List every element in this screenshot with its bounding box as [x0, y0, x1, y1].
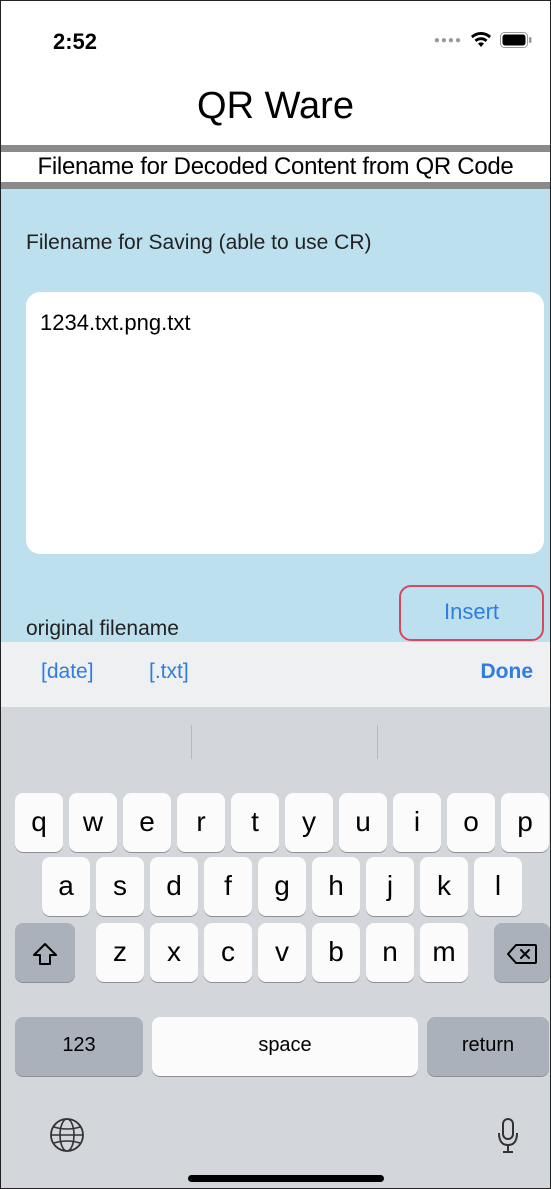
key-j[interactable]: j	[366, 857, 414, 916]
shift-key[interactable]	[15, 923, 75, 982]
divider	[191, 725, 192, 759]
filename-textbox[interactable]: 1234.txt.png.txt	[26, 292, 544, 554]
delete-icon	[507, 943, 537, 964]
key-l[interactable]: l	[474, 857, 522, 916]
key-e[interactable]: e	[123, 793, 171, 852]
microphone-icon[interactable]	[496, 1117, 520, 1155]
status-bar: 2:52 ●●●●	[1, 1, 550, 81]
key-t[interactable]: t	[231, 793, 279, 852]
keyboard: q w e r t y u i o p a s d f g h j k l z …	[1, 707, 550, 1188]
key-n[interactable]: n	[366, 923, 414, 982]
phone-screen: 2:52 ●●●● QR Ware Filename for Decoded C…	[0, 0, 551, 1189]
filename-form: Filename for Saving (able to use CR) 123…	[1, 189, 550, 641]
key-d[interactable]: d	[150, 857, 198, 916]
insert-txt-button[interactable]: [.txt]	[149, 660, 189, 684]
space-key[interactable]: space	[152, 1017, 418, 1076]
shift-icon	[33, 942, 57, 965]
divider	[1, 145, 550, 152]
keyboard-accessory-bar: [date] [.txt] Done	[1, 641, 550, 707]
delete-key[interactable]	[494, 923, 550, 982]
page-title: QR Ware	[197, 85, 354, 127]
key-h[interactable]: h	[312, 857, 360, 916]
key-k[interactable]: k	[420, 857, 468, 916]
key-f[interactable]: f	[204, 857, 252, 916]
key-y[interactable]: y	[285, 793, 333, 852]
numbers-key[interactable]: 123	[15, 1017, 143, 1076]
status-icons: ●●●●	[434, 31, 532, 49]
key-o[interactable]: o	[447, 793, 495, 852]
key-z[interactable]: z	[96, 923, 144, 982]
key-i[interactable]: i	[393, 793, 441, 852]
key-p[interactable]: p	[501, 793, 549, 852]
key-x[interactable]: x	[150, 923, 198, 982]
return-key[interactable]: return	[427, 1017, 549, 1076]
key-b[interactable]: b	[312, 923, 360, 982]
predictive-bar	[1, 707, 550, 779]
key-q[interactable]: q	[15, 793, 63, 852]
key-s[interactable]: s	[96, 857, 144, 916]
key-u[interactable]: u	[339, 793, 387, 852]
status-time: 2:52	[53, 29, 98, 54]
wifi-icon	[471, 32, 491, 47]
insert-button[interactable]: Insert	[399, 585, 544, 641]
divider	[377, 725, 378, 759]
key-a[interactable]: a	[42, 857, 90, 916]
key-c[interactable]: c	[204, 923, 252, 982]
key-m[interactable]: m	[420, 923, 468, 982]
divider	[1, 182, 550, 189]
key-v[interactable]: v	[258, 923, 306, 982]
home-indicator	[188, 1175, 384, 1182]
globe-icon[interactable]	[49, 1117, 85, 1153]
done-button[interactable]: Done	[481, 660, 534, 684]
original-filename-label: original filename	[26, 617, 179, 640]
key-w[interactable]: w	[69, 793, 117, 852]
subheader: Filename for Decoded Content from QR Cod…	[37, 153, 514, 180]
signal-icon: ●●●●	[433, 34, 462, 46]
key-r[interactable]: r	[177, 793, 225, 852]
key-g[interactable]: g	[258, 857, 306, 916]
filename-section-label: Filename for Saving (able to use CR)	[26, 231, 372, 254]
insert-date-button[interactable]: [date]	[41, 660, 94, 684]
battery-icon	[500, 32, 532, 48]
